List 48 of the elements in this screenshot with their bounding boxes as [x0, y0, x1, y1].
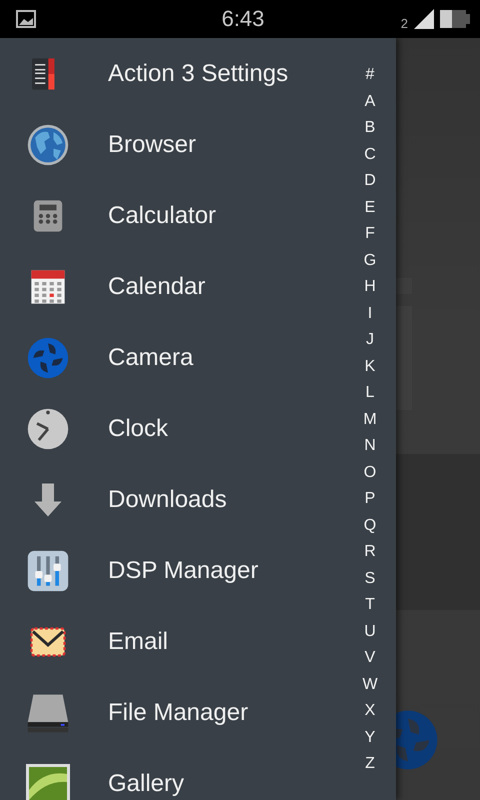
- index-letter[interactable]: T: [365, 592, 375, 618]
- index-letter[interactable]: X: [364, 698, 376, 724]
- index-letter[interactable]: L: [366, 380, 374, 406]
- app-label[interactable]: File Manager: [108, 698, 248, 726]
- index-letter[interactable]: M: [363, 406, 377, 433]
- index-letter[interactable]: S: [364, 566, 376, 592]
- index-letter[interactable]: E: [364, 194, 376, 221]
- index-letter[interactable]: G: [364, 248, 376, 274]
- index-letter[interactable]: I: [368, 300, 372, 327]
- index-letter[interactable]: C: [364, 142, 376, 168]
- index-letter[interactable]: Y: [364, 724, 376, 751]
- index-letter[interactable]: A: [364, 88, 376, 115]
- app-label[interactable]: Camera: [108, 344, 194, 372]
- battery-icon: [440, 8, 470, 30]
- clock-time: 6:43: [222, 6, 264, 32]
- index-letter[interactable]: K: [364, 354, 376, 380]
- index-letter[interactable]: B: [364, 115, 376, 142]
- aperture-icon: [26, 336, 70, 380]
- index-letter[interactable]: P: [364, 486, 376, 512]
- globe-icon: [26, 122, 70, 166]
- index-letter[interactable]: U: [364, 618, 376, 645]
- app-label[interactable]: Action 3 Settings: [108, 60, 288, 88]
- index-letter[interactable]: V: [364, 645, 376, 672]
- index-letter[interactable]: #: [366, 62, 374, 88]
- image-notification-icon: [16, 10, 36, 28]
- clock-icon: [26, 406, 70, 450]
- app-label[interactable]: Browser: [108, 130, 196, 158]
- calculator-icon: [31, 198, 65, 234]
- app-label[interactable]: Calendar: [108, 272, 206, 300]
- app-label[interactable]: Clock: [108, 414, 168, 442]
- index-letter[interactable]: R: [364, 539, 376, 566]
- app-label[interactable]: Email: [108, 628, 168, 656]
- index-letter[interactable]: J: [366, 327, 374, 354]
- sim-number: 2: [400, 16, 408, 30]
- index-letter[interactable]: N: [364, 433, 376, 460]
- app-label[interactable]: Gallery: [108, 770, 184, 798]
- index-letter[interactable]: D: [364, 168, 376, 194]
- index-letter[interactable]: O: [364, 460, 376, 486]
- index-letter[interactable]: Q: [364, 512, 376, 539]
- equalizer-icon: [26, 548, 70, 592]
- app-label[interactable]: Calculator: [108, 202, 216, 230]
- app-label[interactable]: DSP Manager: [108, 556, 258, 584]
- index-letter[interactable]: H: [364, 274, 376, 300]
- index-letter[interactable]: Z: [365, 751, 375, 778]
- signal-icon: [412, 7, 436, 31]
- app-label[interactable]: Downloads: [108, 486, 227, 514]
- index-letter[interactable]: F: [365, 221, 375, 248]
- index-letter[interactable]: W: [362, 672, 378, 698]
